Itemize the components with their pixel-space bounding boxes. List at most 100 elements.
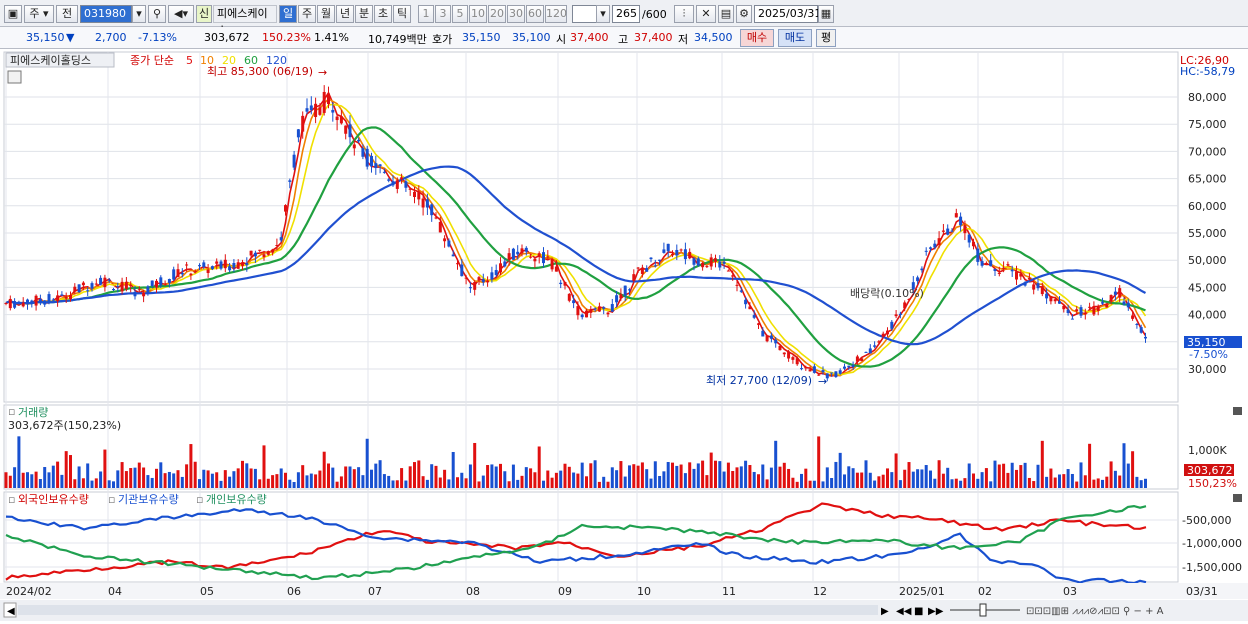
volume-bar [864,460,868,488]
candle-body [314,103,318,118]
close-panel-icon[interactable] [1233,407,1242,415]
volume-bar [4,472,8,488]
period-button[interactable]: 일 [279,5,297,23]
volume-bar [542,480,545,488]
candle-body [963,225,967,234]
candle-body [640,268,644,274]
stop-icon[interactable]: ■ [914,606,923,617]
minute-interval-button[interactable]: 1 [418,5,434,23]
volume-bar [253,468,257,488]
minute-interval-button[interactable]: 20 [488,5,506,23]
candle-body [524,247,528,252]
candle-body [322,91,326,113]
forward-icon[interactable]: ▶▶ [928,606,944,617]
volume-bar [808,480,812,488]
candle-body [903,302,907,309]
price-tick-label: 30,000 [1188,363,1227,376]
volume-bar [683,473,687,488]
candle-body [873,345,877,347]
volume-bar [511,464,515,488]
period-button[interactable]: 초 [374,5,392,23]
prev-button[interactable]: 전 [56,5,78,23]
price-tick-label: 70,000 [1188,145,1227,158]
candle-body [688,251,692,259]
draw-icon[interactable]: ✕ [696,5,716,23]
rewind-icon[interactable]: ◀◀ [896,606,912,617]
minute-interval-button[interactable]: 10 [469,5,487,23]
volume-bar [671,462,674,488]
bid-price: 35,100 [512,31,551,44]
open-label: 시 [556,33,567,46]
minute-interval-button[interactable]: 120 [545,5,567,23]
zoom-slider-handle[interactable] [979,603,987,617]
minute-interval-button[interactable]: 3 [435,5,451,23]
minute-interval-button[interactable]: 60 [526,5,544,23]
candle-body [615,295,619,303]
candle-body [898,313,902,315]
search-icon[interactable]: ⚲ [148,5,166,23]
stock-code-input[interactable]: 031980 [80,5,132,23]
gear-icon[interactable]: ⚙ [736,5,752,23]
candle-body [395,180,399,189]
volume-bar [90,480,94,488]
layout-icon[interactable]: ▣ [4,5,22,23]
volume-bar [387,475,391,488]
count-input[interactable]: 265 [612,5,640,23]
volume-bar [43,467,47,488]
calendar-icon[interactable]: ▦ [818,5,834,23]
period-button[interactable]: 월 [317,5,335,23]
candle-body [843,366,846,369]
volume-bar [305,475,309,488]
volume-bar [30,474,34,488]
eval-button[interactable]: 평 [816,29,836,47]
scroll-track[interactable] [18,605,878,615]
candle-body [619,294,623,299]
minute-interval-button[interactable]: 30 [507,5,525,23]
candle-body [731,275,735,277]
candle-body [632,274,636,281]
x-axis-label: 07 [368,585,382,598]
volume-bar [1113,470,1117,488]
save-icon[interactable]: ▤ [718,5,734,23]
minute-interval-button[interactable]: 5 [452,5,468,23]
chart-tools-icon[interactable]: ⫶ [674,5,694,23]
x-axis-bar [0,583,1248,599]
sell-button[interactable]: 매도 [778,29,812,47]
code-dropdown-icon[interactable]: ▾ [132,5,146,23]
period-button[interactable]: 년 [336,5,354,23]
count-dropdown-icon[interactable]: ▾ [596,5,610,23]
period-button[interactable]: 주 [298,5,316,23]
candle-body [1144,336,1147,339]
stock-chart-svg[interactable]: 피에스케이홀딩스 종가 단순 5 10 20 60 120 LC:26,90 HC:-5… [0,50,1248,621]
period-button[interactable]: 분 [355,5,373,23]
candle-body [967,234,971,243]
volume-bar [1135,476,1139,488]
sound-icon[interactable]: ◀▾ [168,5,194,23]
date-input[interactable]: 2025/03/31 [754,5,821,23]
table-icon[interactable] [7,70,22,84]
candle-body [916,277,920,282]
period-button[interactable]: 틱 [393,5,411,23]
candle-body [1010,269,1014,272]
tool-icons[interactable]: ⊡⊡⊡▥⊞ ⩘⩘⩘⊘⩘⊡⊡ ⚲ − + A [1026,606,1164,617]
candle-body [318,107,322,115]
volume-bar [705,475,709,488]
play-next-icon[interactable]: ▶ [881,606,889,617]
chart-area[interactable]: 피에스케이홀딩스 종가 단순 5 10 20 60 120 LC:26,90 HC:-5… [0,50,1248,621]
candle-body [546,256,550,258]
volume-bar [937,460,941,488]
volume-bar [258,479,262,488]
buy-button[interactable]: 매수 [740,29,774,47]
volume-bar [709,452,713,488]
volume-bar [413,462,416,488]
candle-body [26,299,29,305]
candle-body [847,365,851,368]
volume-bar [120,462,124,488]
candle-body [60,294,64,296]
volume-bar [309,473,313,488]
market-select[interactable]: 주 ▾ [24,5,54,23]
volume-bar [718,461,722,488]
volume-bar [172,473,176,488]
candle-body [533,258,537,262]
close-panel-icon[interactable] [1233,494,1242,502]
